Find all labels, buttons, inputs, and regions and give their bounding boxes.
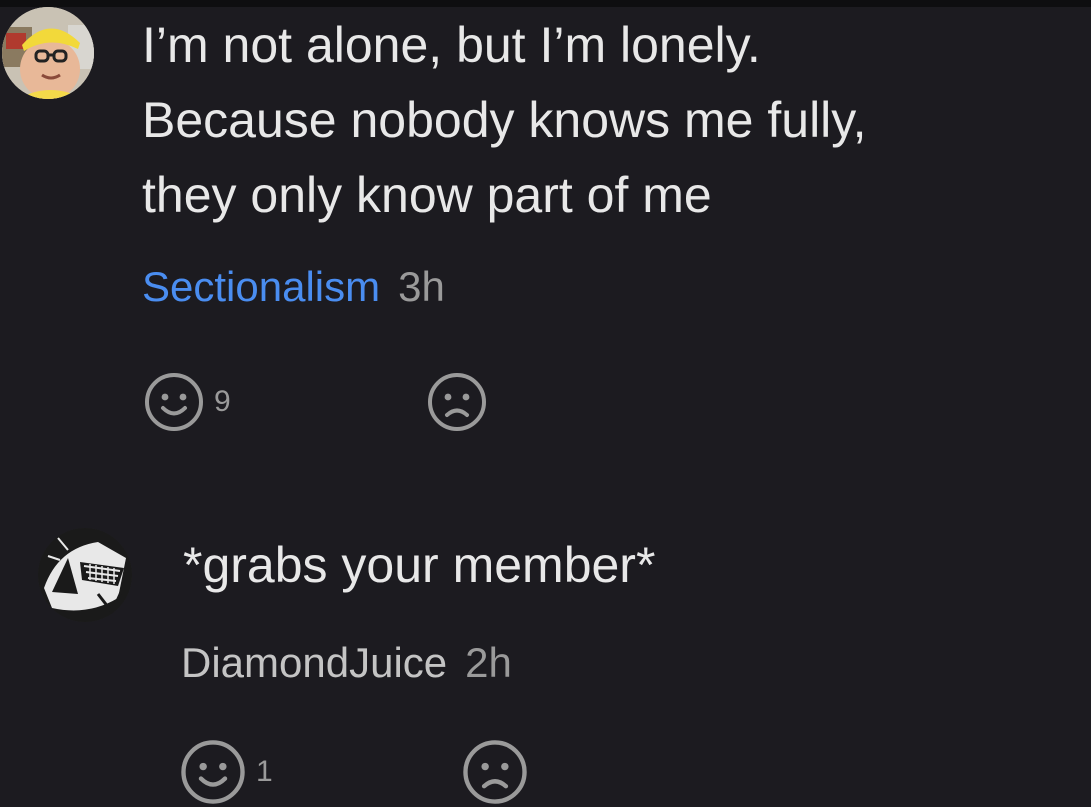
avatar[interactable] (2, 7, 94, 99)
post-meta: DiamondJuice 2h (181, 638, 512, 688)
happy-reaction-button[interactable]: 9 (142, 370, 231, 434)
post: I’m not alone, but I’m lonely. Because n… (0, 0, 1091, 470)
frown-face-icon (428, 373, 486, 431)
avatar[interactable] (38, 528, 132, 622)
author-name[interactable]: DiamondJuice (181, 639, 447, 686)
author-name[interactable]: Sectionalism (142, 263, 380, 310)
post-text: *grabs your member* (183, 537, 656, 593)
post-text: I’m not alone, but I’m lonely. Because n… (142, 17, 867, 223)
happy-reaction-button[interactable]: 1 (178, 737, 273, 807)
frown-face-icon (463, 740, 527, 804)
timestamp: 2h (465, 639, 512, 686)
avatar-black-white-art-icon (38, 528, 132, 622)
sad-reaction-button[interactable] (425, 370, 489, 434)
post: *grabs your member* DiamondJuice 2h 1 (0, 520, 1091, 804)
smile-face-icon (181, 740, 245, 804)
happy-count: 9 (214, 385, 231, 418)
sad-reaction-button[interactable] (460, 737, 530, 807)
happy-count: 1 (256, 755, 273, 788)
smile-face-icon (145, 373, 203, 431)
timestamp: 3h (398, 263, 445, 310)
avatar-person-yellow-cap-icon (2, 7, 94, 99)
post-meta: Sectionalism 3h (142, 262, 445, 312)
